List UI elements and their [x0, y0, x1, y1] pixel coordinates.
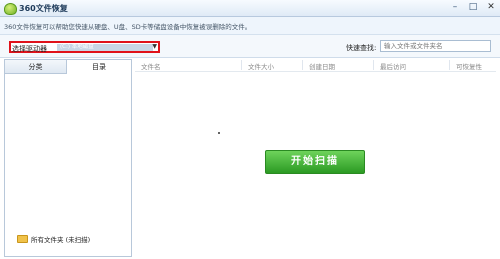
file-table-header: 文件名 文件大小 创建日期 最后访问 可恢复性: [135, 59, 496, 72]
chevron-down-icon[interactable]: ▼: [152, 43, 157, 50]
column-divider: [241, 60, 242, 70]
drive-label: 选择驱动器: [12, 45, 47, 53]
column-header-filename[interactable]: 文件名: [141, 61, 161, 71]
column-header-filesize[interactable]: 文件大小: [248, 61, 274, 71]
folder-icon: [17, 235, 28, 243]
description-text: 360文件恢复可以帮助您快速从硬盘、U盘、SD卡等储盘设备中恢复被误删除的文件。: [4, 23, 252, 31]
cursor-dot: [218, 132, 220, 134]
title-bar: 360文件恢复 – □ ✕: [0, 0, 500, 17]
column-header-accessed[interactable]: 最后访问: [380, 61, 406, 71]
left-panel: 分类 目录 所有文件夹 (未扫描): [4, 59, 132, 257]
start-scan-button[interactable]: 开始扫描: [265, 150, 365, 174]
column-divider: [449, 60, 450, 70]
maximize-button[interactable]: □: [464, 0, 482, 14]
search-label: 快速查找:: [346, 44, 377, 52]
app-title: 360文件恢复: [19, 4, 68, 13]
drive-value[interactable]: (C:) 本地磁盘: [57, 44, 153, 51]
minimize-button[interactable]: –: [446, 0, 464, 14]
column-divider: [302, 60, 303, 70]
column-divider: [373, 60, 374, 70]
column-header-recoverability[interactable]: 可恢复性: [456, 61, 482, 71]
tab-category[interactable]: 分类: [5, 60, 67, 74]
app-logo-icon: [4, 3, 17, 15]
drive-selector[interactable]: 选择驱动器 (C:) 本地磁盘 ▼: [9, 41, 160, 53]
search-input[interactable]: [380, 40, 491, 52]
close-button[interactable]: ✕: [482, 0, 500, 14]
tab-directory[interactable]: 目录: [67, 60, 131, 74]
toolbar: 选择驱动器 (C:) 本地磁盘 ▼ 快速查找:: [0, 35, 500, 58]
column-header-created[interactable]: 创建日期: [309, 61, 335, 71]
folder-label: 所有文件夹 (未扫描): [31, 236, 91, 244]
description-bar: 360文件恢复可以帮助您快速从硬盘、U盘、SD卡等储盘设备中恢复被误删除的文件。: [0, 17, 500, 35]
